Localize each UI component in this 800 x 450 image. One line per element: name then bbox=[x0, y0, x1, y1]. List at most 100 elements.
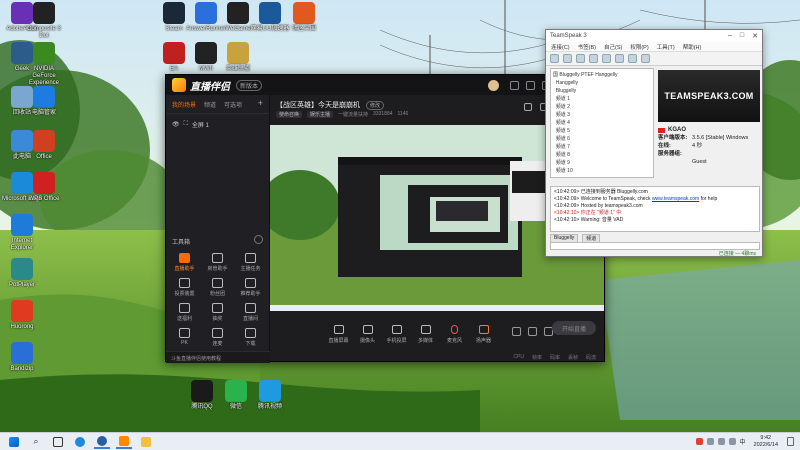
close-icon[interactable]: ✕ bbox=[752, 32, 758, 40]
tab-options[interactable]: 可选项 bbox=[224, 100, 242, 109]
eye-icon[interactable]: 👁 bbox=[172, 121, 180, 128]
control-camera[interactable]: 摄像头 bbox=[353, 325, 382, 344]
teamspeak-window[interactable]: TeamSpeak 3 – □ ✕ 连接(C) 书签(B) 自己(S) 权限(P) 工具… bbox=[545, 29, 763, 257]
speaker-mute-icon[interactable] bbox=[615, 54, 624, 63]
ts-tree-item[interactable]: 频道 1 bbox=[553, 95, 651, 103]
tool-item[interactable]: 推荐助手 bbox=[234, 278, 267, 297]
tool-item[interactable]: 投票装置 bbox=[168, 278, 201, 297]
network-icon[interactable] bbox=[717, 438, 725, 445]
ts-tree-item[interactable]: 频道 7 bbox=[553, 143, 651, 151]
tool-item[interactable]: 直播间 bbox=[234, 303, 267, 322]
ts-tree-item[interactable]: Bluggelly bbox=[553, 87, 651, 95]
delete-icon[interactable] bbox=[524, 103, 532, 111]
taskview-button[interactable] bbox=[50, 435, 66, 449]
tool-item[interactable]: 下载 bbox=[234, 328, 267, 347]
bookmark-icon[interactable] bbox=[576, 54, 585, 63]
desktop-icon[interactable]: WPS Office bbox=[22, 172, 66, 203]
start-live-button[interactable]: 开始直播 bbox=[552, 321, 596, 335]
avatar[interactable] bbox=[487, 79, 499, 91]
desktop-icon[interactable]: 暗区突围 bbox=[282, 2, 326, 33]
help-icon[interactable] bbox=[525, 80, 535, 90]
desktop-icon[interactable]: NVIDIA GeForce Experience bbox=[22, 42, 66, 87]
ts-tree-item[interactable]: 频道 3 bbox=[553, 111, 651, 119]
ts-banner[interactable]: TEAMSPEAK3.COM bbox=[658, 70, 760, 122]
streaming-titlebar[interactable]: 直播伴侣 新版本 ✕ bbox=[166, 75, 604, 95]
ts-menu-item[interactable]: 权限(P) bbox=[630, 43, 648, 51]
ts-tree-item[interactable]: 频道 6 bbox=[553, 135, 651, 143]
desktop-icon[interactable]: Office bbox=[22, 130, 66, 161]
control-screen[interactable]: 直播屏幕 bbox=[324, 325, 353, 344]
taskbar-explorer[interactable] bbox=[138, 435, 154, 449]
maximize-icon[interactable]: □ bbox=[740, 32, 744, 40]
ts-tree-item[interactable]: 频道 8 bbox=[553, 151, 651, 159]
tool-item[interactable]: 直播助手 bbox=[168, 253, 201, 272]
volume-icon[interactable] bbox=[728, 438, 736, 445]
ts-titlebar[interactable]: TeamSpeak 3 – □ ✕ bbox=[546, 30, 762, 42]
search-button[interactable]: ⌕ bbox=[28, 435, 44, 449]
desktop-icon[interactable]: Internet Explorer bbox=[0, 214, 44, 252]
mic-mute-icon[interactable] bbox=[602, 54, 611, 63]
tray-app-icon[interactable] bbox=[695, 438, 703, 445]
tool-item[interactable]: 送福利 bbox=[168, 303, 201, 322]
tab-channel[interactable]: 频道 bbox=[204, 100, 216, 109]
desktop-icon[interactable]: 腾讯视频 bbox=[248, 380, 292, 411]
control-speaker[interactable]: 扬声器 bbox=[469, 325, 498, 344]
desktop-icon[interactable]: Huorong bbox=[0, 300, 44, 331]
ts-menu-item[interactable]: 书签(B) bbox=[578, 43, 596, 51]
minimize-icon[interactable]: – bbox=[728, 32, 732, 40]
control-phone[interactable]: 手机投屏 bbox=[382, 325, 411, 344]
record-icon[interactable] bbox=[628, 54, 637, 63]
chat-link[interactable]: www.teamspeak.com bbox=[652, 196, 699, 202]
desktop-icon[interactable]: Composite 3 Dot bbox=[22, 2, 66, 40]
ts-tree-item[interactable]: 频道 5 bbox=[553, 127, 651, 135]
taskbar-teamspeak[interactable] bbox=[94, 435, 110, 449]
disconnect-icon[interactable] bbox=[563, 54, 572, 63]
room-tag[interactable]: 使命召唤 bbox=[276, 111, 303, 118]
notification-icon[interactable] bbox=[787, 437, 794, 446]
input-language[interactable]: 中 bbox=[740, 437, 746, 446]
connect-icon[interactable] bbox=[550, 54, 559, 63]
desktop-icon[interactable]: 电脑管家 bbox=[22, 86, 66, 117]
identity-icon[interactable] bbox=[641, 54, 650, 63]
desktop-icon[interactable]: PotPlayer bbox=[0, 258, 44, 289]
chevron-up-icon[interactable] bbox=[706, 438, 714, 445]
camera-beauty-icon[interactable] bbox=[528, 327, 537, 336]
ts-menu-item[interactable]: 工具(T) bbox=[657, 43, 675, 51]
control-media[interactable]: 多媒体 bbox=[411, 325, 440, 344]
away-icon[interactable] bbox=[589, 54, 598, 63]
ts-chat-log[interactable]: <10:42:09> 已连接到服务器 Bluggelly.com <10:42:… bbox=[550, 186, 760, 232]
record-icon[interactable] bbox=[512, 327, 521, 336]
clock[interactable]: 9:42 2022/6/14 bbox=[754, 435, 778, 449]
edit-title-button[interactable]: 修改 bbox=[365, 101, 384, 110]
version-badge[interactable]: 新版本 bbox=[236, 79, 263, 91]
tool-item[interactable]: 粉丝团 bbox=[201, 278, 234, 297]
room-tag[interactable]: 娱乐主播 bbox=[307, 111, 334, 118]
ts-chat-input[interactable] bbox=[550, 242, 760, 250]
add-scene-button[interactable]: + bbox=[258, 99, 263, 109]
ts-tree-item[interactable]: 频道 2 bbox=[553, 103, 651, 111]
tool-item[interactable]: 抽奖 bbox=[201, 303, 234, 322]
ts-channel-tree[interactable]: 国 Bluggelly PTEF Hanggelly Hanggelly Blu… bbox=[550, 68, 654, 178]
ts-tree-item[interactable]: 频道 10 bbox=[553, 167, 651, 175]
streaming-app-window[interactable]: 直播伴侣 新版本 ✕ 我的场景 频道 可选项 + 👁 ⛶ 全屏 1 工具箱 直播… bbox=[165, 74, 605, 363]
ts-tree-item[interactable]: 频道 9 bbox=[553, 159, 651, 167]
ts-tree-item[interactable]: Hanggelly bbox=[553, 79, 651, 87]
tool-item[interactable]: PK bbox=[168, 328, 201, 347]
boost-link[interactable]: 一键流量扶持 bbox=[338, 111, 368, 118]
start-button[interactable] bbox=[6, 435, 22, 449]
desktop-icon[interactable]: Bandizip bbox=[0, 342, 44, 373]
ts-menu-item[interactable]: 连接(C) bbox=[551, 43, 570, 51]
tools-settings-icon[interactable] bbox=[254, 235, 263, 244]
tool-item[interactable]: 主播任务 bbox=[234, 253, 267, 272]
ts-tree-item[interactable]: 国 Bluggelly PTEF Hanggelly bbox=[553, 71, 651, 79]
ts-menu-item[interactable]: 帮助(H) bbox=[683, 43, 702, 51]
tool-item[interactable]: 连麦 bbox=[201, 328, 234, 347]
taskbar-streaming-app[interactable] bbox=[116, 435, 132, 449]
announcement-bar[interactable]: 斗鱼直播伴侣使用教程 bbox=[166, 351, 270, 363]
message-icon[interactable] bbox=[509, 80, 519, 90]
taskbar-edge[interactable] bbox=[72, 435, 88, 449]
ts-tree-item[interactable]: 频道 4 bbox=[553, 119, 651, 127]
desktop-icon[interactable]: 英雄联盟 bbox=[216, 42, 260, 73]
control-mic[interactable]: 麦克风 bbox=[440, 325, 469, 344]
tab-my-scenes[interactable]: 我的场景 bbox=[172, 100, 196, 109]
